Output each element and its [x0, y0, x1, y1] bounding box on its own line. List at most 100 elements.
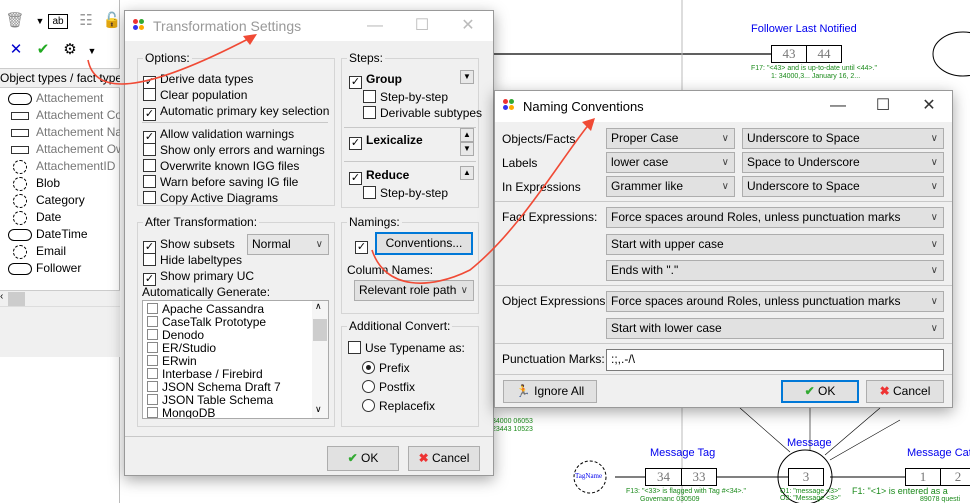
role-box[interactable]: 3	[788, 468, 824, 486]
close-button[interactable]: ✕	[909, 91, 949, 121]
role-box[interactable]: 33	[681, 468, 717, 486]
scroll-thumb[interactable]	[313, 319, 327, 341]
lock-icon[interactable]: 🔓	[102, 11, 122, 31]
list-item[interactable]: Attachement Owner	[8, 141, 120, 158]
option-checkbox[interactable]: Overwrite known IGG files	[143, 159, 299, 173]
checkbox[interactable]	[147, 316, 158, 327]
dialog-titlebar[interactable]: Naming Conventions — ☐ ✕	[495, 91, 952, 122]
move-up-button[interactable]: ▲	[460, 128, 474, 142]
checkbox[interactable]: ✓	[349, 76, 362, 89]
scroll-thumb[interactable]	[8, 292, 25, 306]
prefix-radio[interactable]: Prefix	[362, 361, 410, 375]
objects-facts-conversion-select[interactable]: Underscore to Space ∨	[742, 128, 944, 149]
checkbox[interactable]	[143, 88, 156, 101]
list-item[interactable]: Date	[8, 209, 120, 226]
checkbox[interactable]: ✓	[349, 172, 362, 185]
checkbox[interactable]	[143, 143, 156, 156]
scrollbar[interactable]: ∧ ∨	[312, 301, 328, 418]
dropdown-icon[interactable]: ▼	[30, 11, 50, 31]
trash-icon[interactable]: 🗑	[5, 11, 25, 31]
minimize-button[interactable]: —	[818, 91, 858, 121]
transform-icon[interactable]: ✕	[6, 40, 26, 60]
show-primary-uc-checkbox[interactable]: ✓ Show primary UC	[143, 269, 254, 286]
in-expressions-conversion-select[interactable]: Underscore to Space ∨	[742, 176, 944, 197]
checkbox[interactable]: ✓	[349, 137, 362, 150]
fact-spacing-select[interactable]: Force spaces around Roles, unless punctu…	[606, 207, 944, 228]
list-item[interactable]: Category	[8, 192, 120, 209]
move-down-button[interactable]: ▼	[460, 70, 474, 84]
object-spacing-select[interactable]: Force spaces around Roles, unless punctu…	[606, 291, 944, 312]
column-names-select[interactable]: Relevant role path ∨	[354, 280, 474, 301]
checkbox[interactable]	[147, 394, 158, 405]
dialog-titlebar[interactable]: Transformation Settings — ☐ ✕	[125, 11, 493, 41]
option-checkbox[interactable]: Copy Active Diagrams	[143, 191, 278, 205]
in-expressions-case-select[interactable]: Grammer like ∨	[606, 176, 735, 197]
namings-checkbox[interactable]: ✓	[355, 237, 372, 254]
list-item[interactable]: AttachementID	[8, 158, 120, 175]
checkbox[interactable]	[147, 368, 158, 379]
hide-labeltypes-checkbox[interactable]: Hide labeltypes	[143, 253, 242, 267]
checkbox[interactable]	[147, 329, 158, 340]
derivable-subtypes-checkbox[interactable]: Derivable subtypes	[363, 106, 482, 120]
option-checkbox[interactable]: ✓ Automatic primary key selection	[143, 104, 329, 121]
ignore-all-button[interactable]: 🏃 Ignore All	[503, 380, 597, 403]
radio[interactable]	[362, 361, 375, 374]
list-item[interactable]: Follower	[8, 260, 120, 277]
cancel-button[interactable]: ✖ Cancel	[408, 446, 480, 471]
role-box[interactable]: 44	[806, 45, 842, 63]
group-step-by-step-checkbox[interactable]: Step-by-step	[363, 90, 448, 104]
minimize-button[interactable]: —	[355, 11, 395, 41]
labels-case-select[interactable]: lower case ∨	[606, 152, 735, 173]
dropdown-icon[interactable]: ▼	[82, 41, 102, 61]
role-box[interactable]: 1	[905, 468, 941, 486]
option-checkbox[interactable]: ✓ Allow validation warnings	[143, 127, 294, 144]
cancel-button[interactable]: ✖ Cancel	[866, 380, 944, 403]
checkbox[interactable]	[143, 191, 156, 204]
list-header[interactable]: Object types / fact types	[0, 68, 120, 88]
checkbox[interactable]	[143, 159, 156, 172]
subset-mode-select[interactable]: Normal ∨	[247, 234, 329, 255]
list-item[interactable]: Email	[8, 243, 120, 260]
option-checkbox[interactable]: Show only errors and warnings	[143, 143, 325, 157]
generators-list[interactable]: Apache Cassandra CaseTalk Prototype Denodo…	[142, 300, 329, 419]
radio[interactable]	[362, 399, 375, 412]
checkbox[interactable]: ✓	[355, 241, 368, 254]
replacefix-radio[interactable]: Replacefix	[362, 399, 435, 413]
role-box[interactable]: 34	[645, 468, 682, 486]
ok-button[interactable]: ✔ OK	[781, 380, 859, 403]
maximize-button[interactable]: ☐	[863, 91, 903, 121]
checkbox[interactable]	[147, 407, 158, 418]
validate-icon[interactable]: ✔	[33, 40, 53, 60]
checkbox[interactable]	[363, 106, 376, 119]
object-start-select[interactable]: Start with lower case ∨	[606, 318, 944, 339]
checkbox[interactable]	[147, 355, 158, 366]
checkbox[interactable]	[363, 186, 376, 199]
role-box[interactable]: 2	[940, 468, 970, 486]
option-checkbox[interactable]: Warn before saving IG file	[143, 175, 298, 189]
checkbox[interactable]	[348, 341, 361, 354]
gears-icon[interactable]: ⚙	[60, 40, 80, 60]
label-ab-icon[interactable]: ab	[48, 14, 68, 29]
scroll-left-icon[interactable]: ‹	[0, 291, 3, 302]
checkbox[interactable]	[143, 253, 156, 266]
group-checkbox[interactable]: ✓ Group	[349, 72, 402, 89]
maximize-button[interactable]: ☐	[402, 11, 442, 41]
fact-start-select[interactable]: Start with upper case ∨	[606, 234, 944, 255]
list-item[interactable]: Attachement Content	[8, 107, 120, 124]
list-item[interactable]: Attachement Name	[8, 124, 120, 141]
list-item[interactable]: Blob	[8, 175, 120, 192]
close-button[interactable]: ✕	[448, 11, 488, 41]
scroll-down-icon[interactable]: ∨	[315, 404, 322, 415]
option-checkbox[interactable]: Clear population	[143, 88, 247, 102]
checkbox[interactable]	[363, 90, 376, 103]
ok-button[interactable]: ✔ OK	[327, 446, 399, 471]
punctuation-input[interactable]: :;,.-/\	[606, 349, 944, 371]
option-checkbox[interactable]: ✓ Derive data types	[143, 72, 253, 89]
reduce-step-by-step-checkbox[interactable]: Step-by-step	[363, 186, 448, 200]
scroll-up-icon[interactable]: ∧	[315, 301, 322, 312]
list-item[interactable]: Attachement	[8, 90, 120, 107]
lexicalize-checkbox[interactable]: ✓ Lexicalize	[349, 133, 423, 150]
checkbox[interactable]	[147, 381, 158, 392]
layout-icon[interactable]: ☷	[76, 11, 96, 31]
show-subsets-checkbox[interactable]: ✓ Show subsets	[143, 237, 235, 254]
